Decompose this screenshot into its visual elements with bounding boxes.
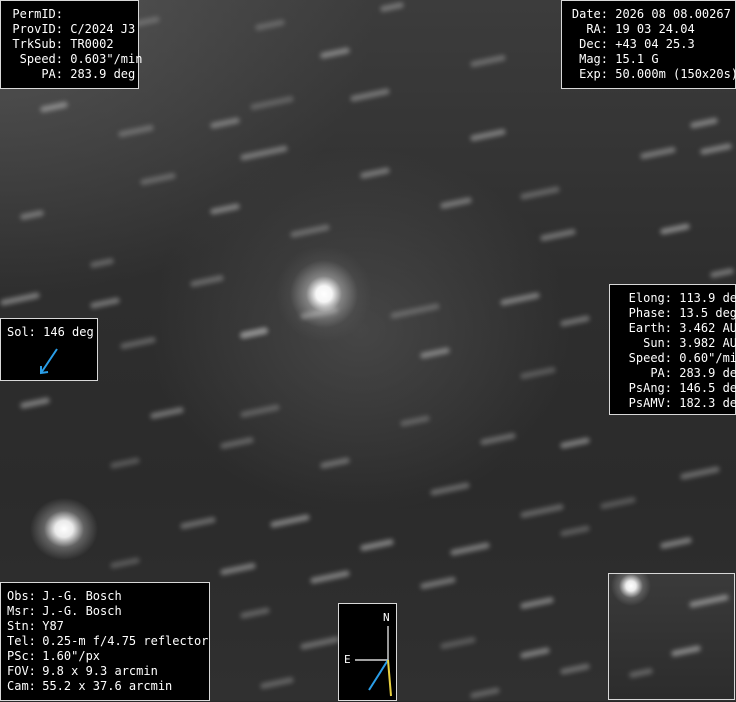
thumbnail-streak: [688, 593, 730, 609]
row-label: Elong:: [628, 291, 672, 305]
phase-row: Phase: 13.5 deg: [616, 306, 736, 321]
psang-row: PsAng: 146.5 deg: [616, 381, 736, 396]
row-label: Tel:: [7, 634, 36, 648]
row-value: J.-G. Bosch: [42, 604, 122, 618]
object-id-panel: PermID: ProvID: C/2024 J3 TrkSub: TR0002…: [0, 0, 143, 89]
row-label: Speed:: [19, 52, 63, 66]
row-value: 113.9 deg: [679, 291, 736, 305]
row-label: PsAMV:: [628, 396, 672, 410]
row-value: C/2024 J3: [70, 22, 136, 36]
row-value: +43 04 25.3: [615, 37, 695, 51]
row-label: Sun:: [643, 336, 672, 350]
cam-row: Cam: 55.2 x 37.6 arcmin: [7, 679, 203, 694]
trksub-row: TrkSub: TR0002: [7, 37, 132, 52]
row-value: 50.000m (150x20s): [615, 67, 736, 81]
compass-arrows-icon: [355, 626, 392, 697]
thumbnail-comet: [611, 574, 651, 606]
row-value: 13.5 deg: [679, 306, 736, 320]
sun-row: Sun: 3.982 AU: [616, 336, 736, 351]
orientation-compass: N E: [338, 603, 397, 701]
comet-coma: [276, 246, 372, 342]
pa-row: PA: 283.9 deg: [7, 67, 136, 82]
permid-row: PermID:: [7, 7, 132, 22]
row-label: PsAng:: [628, 381, 672, 395]
observer-panel: Obs: J.-G. Bosch Msr: J.-G. Bosch Stn: Y…: [0, 582, 210, 701]
earth-row: Earth: 3.462 AU: [616, 321, 736, 336]
row-value: 1.60"/px: [42, 649, 101, 663]
row-label: Obs:: [7, 589, 36, 603]
sun-direction-panel: Sol: 146 deg: [0, 318, 98, 381]
dec-row: Dec: +43 04 25.3: [568, 37, 729, 52]
row-label: Msr:: [7, 604, 36, 618]
row-value: Y87: [42, 619, 64, 633]
row-value: 0.60"/min: [679, 351, 736, 365]
row-label: PA:: [41, 67, 63, 81]
row-value: 2026 08 08.00267: [615, 7, 731, 21]
row-label: Dec:: [579, 37, 608, 51]
stn-row: Stn: Y87: [7, 619, 203, 634]
bright-star: [28, 496, 100, 562]
comet-thumbnail-inset: [608, 573, 735, 700]
date-row: Date: 2026 08 08.00267: [568, 7, 731, 22]
row-label: Mag:: [579, 52, 608, 66]
row-value: 182.3 deg: [679, 396, 736, 410]
row-label: Cam:: [7, 679, 36, 693]
row-value: 19 03 24.04: [615, 22, 695, 36]
row-label: Phase:: [628, 306, 672, 320]
observation-panel: Date: 2026 08 08.00267 RA: 19 03 24.04 D…: [561, 0, 736, 89]
thumbnail-streak: [628, 667, 654, 679]
row-value: 146.5 deg: [679, 381, 736, 395]
msr-row: Msr: J.-G. Bosch: [7, 604, 203, 619]
row-label: PA:: [650, 366, 672, 380]
provid-row: ProvID: C/2024 J3: [7, 22, 136, 37]
ra-row: RA: 19 03 24.04: [568, 22, 729, 37]
row-label: Speed:: [628, 351, 672, 365]
row-label: FOV:: [7, 664, 36, 678]
thumbnail-streak: [670, 644, 702, 658]
elong-row: Elong: 113.9 deg: [616, 291, 736, 306]
row-label: PSc:: [7, 649, 36, 663]
row-label: ProvID:: [12, 22, 63, 36]
row-value: 9.8 x 9.3 arcmin: [42, 664, 158, 678]
row-value: 15.1 G: [615, 52, 659, 66]
sun-angle-label: Sol: 146 deg: [7, 325, 94, 339]
row-label: TrkSub:: [12, 37, 63, 51]
row-value: 0.603"/min: [70, 52, 143, 66]
psamv-row: PsAMV: 182.3 deg: [616, 396, 736, 411]
tel-row: Tel: 0.25-m f/4.75 reflector: [7, 634, 208, 649]
sun-direction-arrow-icon: [40, 348, 58, 375]
row-label: Exp:: [579, 67, 608, 81]
row-value: 3.462 AU: [679, 321, 736, 335]
row-label: Stn:: [7, 619, 36, 633]
row-label: PermID:: [12, 7, 63, 21]
row-value: J.-G. Bosch: [42, 589, 122, 603]
row-value: TR0002: [70, 37, 114, 51]
row-value: 0.25-m f/4.75 reflector: [42, 634, 209, 648]
row-label: Earth:: [628, 321, 672, 335]
fov-row: FOV: 9.8 x 9.3 arcmin: [7, 664, 203, 679]
row-value: 283.9 deg: [679, 366, 736, 380]
row-value: 3.982 AU: [679, 336, 736, 350]
speed-row: Speed: 0.603"/min: [7, 52, 143, 67]
row-label: Date:: [571, 7, 608, 21]
speed-row: Speed: 0.60"/min: [616, 351, 736, 366]
pa-row: PA: 283.9 deg: [616, 366, 736, 381]
row-label: RA:: [586, 22, 608, 36]
obs-row: Obs: J.-G. Bosch: [7, 589, 203, 604]
mag-row: Mag: 15.1 G: [568, 52, 729, 67]
row-value: 283.9 deg: [70, 67, 136, 81]
geometry-panel: Elong: 113.9 deg Phase: 13.5 deg Earth: …: [609, 284, 736, 415]
psc-row: PSc: 1.60"/px: [7, 649, 203, 664]
row-value: 55.2 x 37.6 arcmin: [42, 679, 173, 693]
exp-row: Exp: 50.000m (150x20s): [568, 67, 736, 82]
